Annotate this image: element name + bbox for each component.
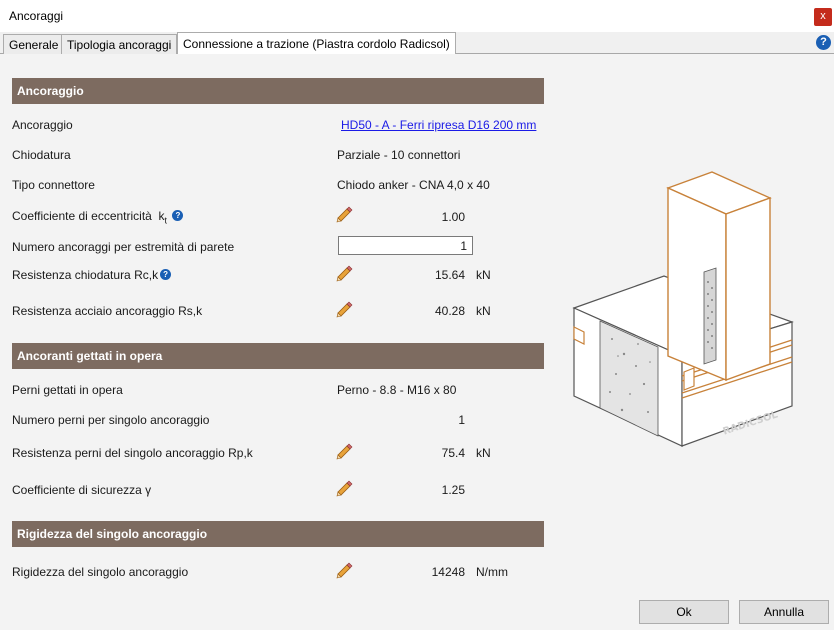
- value-tipo-connettore: Chiodo anker - CNA 4,0 x 40: [337, 178, 490, 192]
- pencil-icon[interactable]: [335, 479, 353, 497]
- value-coeff-sicurezza: 1.25: [441, 483, 465, 497]
- tab-connessione-trazione[interactable]: Connessione a trazione (Piastra cordolo …: [177, 32, 456, 55]
- info-icon[interactable]: ?: [172, 210, 184, 221]
- value-perni: Perno - 8.8 - M16 x 80: [337, 383, 457, 397]
- pencil-icon[interactable]: [335, 561, 353, 579]
- resistenza-chiodatura-text: Resistenza chiodatura Rc,k: [12, 268, 159, 282]
- close-button[interactable]: x: [814, 8, 832, 26]
- pencil-icon[interactable]: [335, 300, 353, 318]
- ok-button[interactable]: Ok: [639, 600, 729, 624]
- label-resistenza-perni: Resistenza perni del singolo ancoraggio …: [12, 446, 253, 460]
- value-numero-perni: 1: [458, 413, 465, 427]
- label-ancoraggio: Ancoraggio: [12, 118, 73, 132]
- value-chiodatura: Parziale - 10 connettori: [337, 148, 461, 162]
- section-ancoraggio-header: Ancoraggio: [12, 78, 544, 104]
- pencil-icon[interactable]: [335, 264, 353, 282]
- window-title: Ancoraggi: [9, 9, 64, 23]
- pencil-icon[interactable]: [335, 442, 353, 460]
- label-resistenza-acciaio: Resistenza acciaio ancoraggio Rs,k: [12, 304, 203, 318]
- title-bar: Ancoraggi x: [0, 0, 834, 32]
- ancoraggio-link[interactable]: HD50 - A - Ferri ripresa D16 200 mm: [341, 118, 536, 132]
- unit-resistenza-perni: kN: [476, 446, 491, 460]
- label-tipo-connettore: Tipo connettore: [12, 178, 95, 192]
- label-resistenza-chiodatura: Resistenza chiodatura Rc,k?: [12, 268, 172, 282]
- section-ancoranti-header: Ancoranti gettati in opera: [12, 343, 544, 369]
- value-rigidezza: 14248: [431, 565, 465, 579]
- label-rigidezza: Rigidezza del singolo ancoraggio: [12, 565, 189, 579]
- coeff-eccentricita-text: Coefficiente di eccentricità: [12, 209, 152, 223]
- anchor-illustration: RADICSOL: [572, 171, 794, 447]
- help-icon[interactable]: ?: [816, 35, 831, 50]
- value-resistenza-acciaio: 40.28: [434, 304, 465, 318]
- pencil-icon[interactable]: [335, 205, 353, 223]
- numero-ancoraggi-input[interactable]: 1: [338, 236, 473, 255]
- label-numero-ancoraggi: Numero ancoraggi per estremità di parete: [12, 240, 235, 254]
- label-coeff-eccentricita: Coefficiente di eccentricità kt ?: [12, 209, 184, 226]
- k-subscript: t: [164, 215, 168, 226]
- cancel-button[interactable]: Annulla: [739, 600, 829, 624]
- value-resistenza-perni: 75.4: [441, 446, 465, 460]
- value-resistenza-chiodatura: 15.64: [434, 268, 465, 282]
- unit-resistenza-acciaio: kN: [476, 304, 491, 318]
- tab-tipologia-ancoraggi[interactable]: Tipologia ancoraggi: [61, 34, 178, 54]
- tab-bar: Generale Tipologia ancoraggi Connessione…: [0, 32, 834, 55]
- unit-resistenza-chiodatura: kN: [476, 268, 491, 282]
- tab-generale[interactable]: Generale: [3, 34, 65, 54]
- section-rigidezza-header: Rigidezza del singolo ancoraggio: [12, 521, 544, 547]
- value-coeff-eccentricita: 1.00: [441, 210, 465, 224]
- main-panel: Ancoraggio Ancoraggio HD50 - A - Ferri r…: [0, 54, 834, 630]
- label-numero-perni: Numero perni per singolo ancoraggio: [12, 413, 210, 427]
- info-icon[interactable]: ?: [160, 269, 172, 280]
- unit-rigidezza: N/mm: [476, 565, 508, 579]
- label-perni: Perni gettati in opera: [12, 383, 123, 397]
- label-coeff-sicurezza: Coefficiente di sicurezza γ: [12, 483, 152, 497]
- label-chiodatura: Chiodatura: [12, 148, 71, 162]
